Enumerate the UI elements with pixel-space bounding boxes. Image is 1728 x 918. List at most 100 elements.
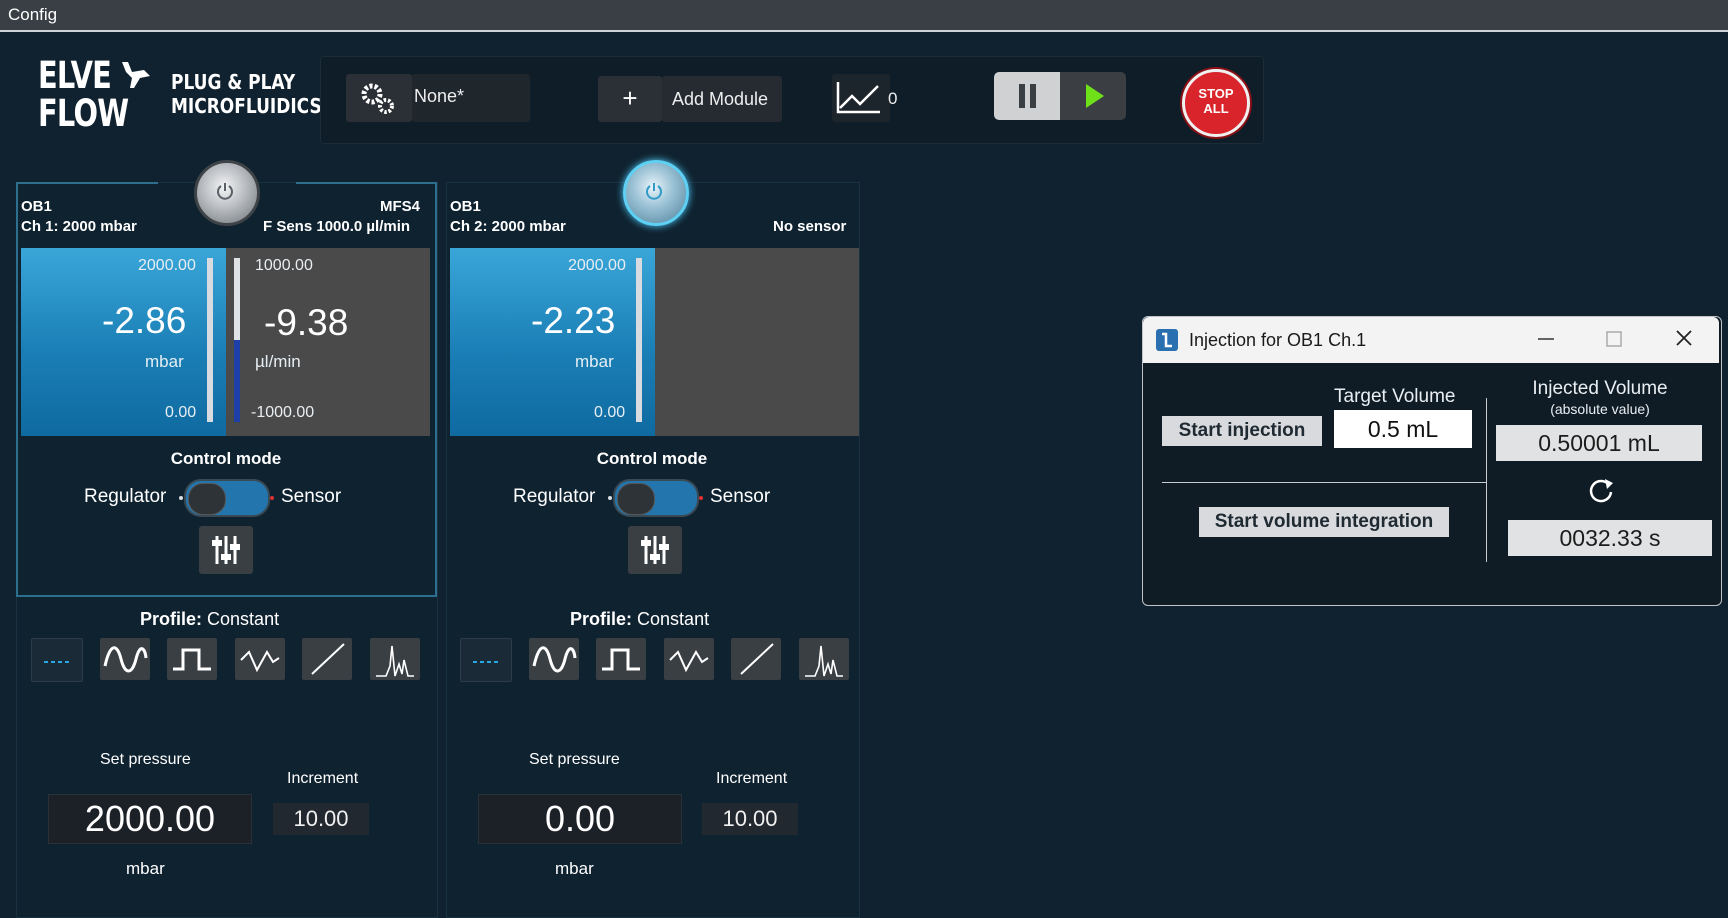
integration-timer: 0032.33 s [1508,520,1712,556]
add-module-plus-button[interactable]: + [598,76,662,122]
graph-button[interactable] [832,74,890,122]
bird-logo-icon [122,62,150,88]
ch1-regulator-label: Regulator [84,486,167,507]
add-module-button[interactable]: Add Module [662,76,782,122]
ch2-pressure-bar [636,258,642,422]
ch1-sensor-dot [270,496,274,500]
ch2-profile-custom-button[interactable] [799,638,849,680]
peaks-icon [805,645,843,677]
ch1-control-mode-label: Control mode [170,449,282,468]
ch2-regulator-dot [608,496,612,500]
logo-tagline: PLUG & PLAY MICROFLUIDICS [171,70,322,118]
ch1-profile-constant-button[interactable] [31,638,83,682]
panel-top-border-left [16,182,158,184]
ch2-pressure-max: 2000.00 [568,257,626,274]
sine-wave-icon [532,646,577,673]
injected-volume-label: Injected Volume [1532,378,1668,399]
start-injection-button[interactable]: Start injection [1162,416,1322,446]
square-wave-icon [602,648,640,671]
ch1-pressure-min: 0.00 [165,404,197,421]
ch1-profile-ramp-button[interactable] [302,638,352,680]
add-module-label: Add Module [672,89,769,109]
ch1-channel: Ch 1: 2000 mbar [21,218,137,235]
ch1-increment-input[interactable]: 10.00 [273,803,369,835]
ch1-profile-value: Constant [207,609,280,629]
ch1-control-mode-toggle[interactable] [184,479,270,517]
ch1-flow-value: -9.38 [264,302,349,343]
ch1-profile-square-button[interactable] [167,638,217,680]
ch1-pressure-max: 2000.00 [138,257,196,274]
start-volume-integration-button[interactable]: Start volume integration [1199,507,1449,537]
ch2-profile-ramp-button[interactable] [731,638,781,680]
ch1-flow-unit: µl/min [255,352,301,371]
ch1-profile-triangle-button[interactable] [235,638,285,680]
tagline-line2: MICROFLUIDICS [171,94,322,118]
reset-button[interactable] [1586,476,1616,506]
dialog-divider-vertical [1486,398,1487,562]
ch2-profile-square-button[interactable] [596,638,646,680]
power-button-ch1[interactable] [194,160,260,226]
ch1-profile-prefix: Profile: [140,609,203,629]
square-wave-icon [173,648,211,671]
pause-button[interactable] [994,72,1060,120]
menu-config[interactable]: Config [8,5,57,25]
ch1-pressure-value: -2.86 [102,300,187,341]
ch1-set-pressure-label: Set pressure [100,751,191,768]
close-button[interactable] [1668,326,1700,352]
power-icon [217,183,233,200]
ch1-tuning-button[interactable] [199,526,253,574]
ch2-sensor-desc: No sensor [773,218,847,235]
menu-bar: Config [0,0,1728,32]
close-icon [1676,330,1692,346]
ch2-control-mode-label: Control mode [596,449,708,468]
ch2-profile-sine-button[interactable] [529,638,579,680]
graph-count: 0 [888,89,898,108]
ch1-pressure-unit: mbar [145,352,184,371]
panel-top-border-right [296,182,436,184]
config-selector[interactable]: None* [412,74,530,122]
ramp-icon [740,643,774,675]
ch2-sensor-label: Sensor [710,486,771,507]
stop-all-button[interactable]: STOP ALL [1182,69,1250,137]
ch2-profile-triangle-button[interactable] [664,638,714,680]
ch2-channel: Ch 2: 2000 mbar [450,218,566,235]
sine-wave-icon [103,646,148,673]
ch1-profile-custom-button[interactable] [370,638,420,680]
ch2-pressure-value: -2.23 [531,300,616,341]
peaks-icon [376,645,414,677]
ch2-tuning-button[interactable] [628,526,682,574]
ch1-increment-label: Increment [287,770,359,787]
target-volume-input[interactable]: 0.5 mL [1334,410,1472,448]
ch2-set-pressure-label: Set pressure [529,751,620,768]
ch1-sensor-desc: F Sens 1000.0 µl/min [263,218,411,235]
ch2-control-mode-toggle[interactable] [613,479,699,517]
ch1-profile-label: Profile: Constant [140,609,279,630]
ch2-pressure-min: 0.00 [594,404,626,421]
ch2-profile-value: Constant [637,609,710,629]
ch1-set-pressure-unit: mbar [126,859,165,878]
power-button-ch2[interactable] [623,160,689,226]
ch1-pressure-bar [207,258,213,422]
maximize-icon [1606,331,1622,347]
ch2-set-pressure-unit: mbar [555,859,594,878]
logo-line2: FLOW [38,92,129,135]
sliders-icon [212,536,240,564]
ch2-regulator-label: Regulator [513,486,596,507]
ch1-device: OB1 [21,198,52,215]
panel-left-border [16,182,18,596]
maximize-button[interactable] [1598,326,1630,352]
ch2-profile-label: Profile: Constant [570,609,709,630]
stop-line1: STOP [1198,86,1234,101]
config-value: None* [414,86,465,106]
ch1-sensor-name: MFS4 [380,198,421,215]
logo-line1: ELVE [38,54,112,97]
ch2-profile-constant-button[interactable] [460,638,512,682]
minimize-button[interactable] [1530,326,1562,352]
app-icon [1156,329,1178,351]
ch1-profile-sine-button[interactable] [100,638,150,680]
play-button[interactable] [1060,72,1126,120]
ch2-increment-input[interactable]: 10.00 [702,803,798,835]
settings-button[interactable] [346,74,412,122]
ch1-set-pressure-input[interactable]: 2000.00 [48,794,252,844]
ch2-set-pressure-input[interactable]: 0.00 [478,794,682,844]
